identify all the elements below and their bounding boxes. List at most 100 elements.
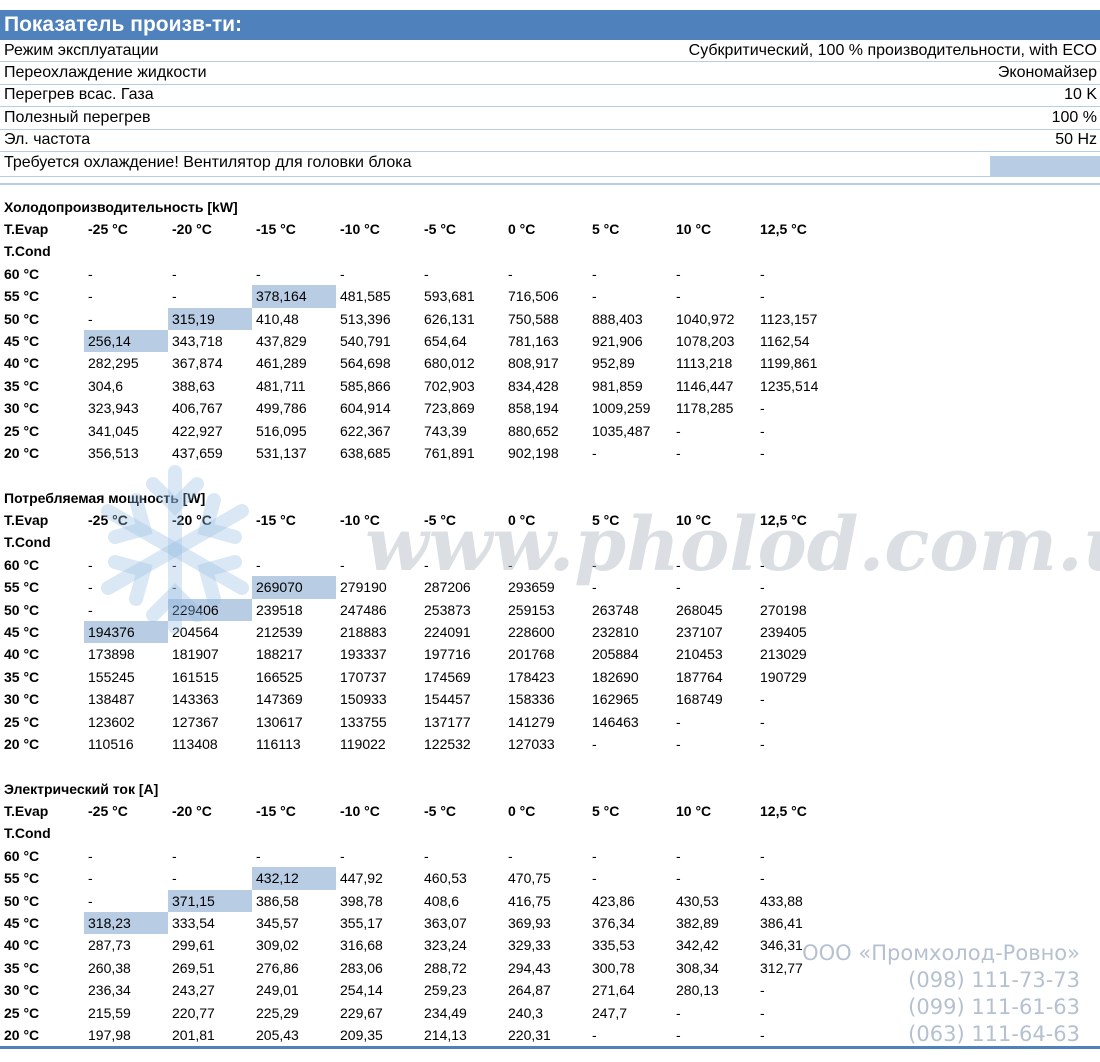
info-label: Переохлаждение жидкости <box>4 64 207 82</box>
table-cell: 761,891 <box>424 444 475 461</box>
table-cell: 249,01 <box>256 982 299 999</box>
row-label: 25 °C <box>4 422 40 439</box>
table-cell: 260,38 <box>88 959 131 976</box>
table-cell: 158336 <box>508 691 555 708</box>
section-title: Холодопроизводительность [kW] <box>4 199 238 215</box>
bottom-divider <box>0 1046 1100 1049</box>
table-cell: 247,7 <box>592 1004 628 1021</box>
column-header: -20 °C <box>172 221 212 237</box>
table-cell: 356,513 <box>88 444 139 461</box>
column-header: -5 °C <box>424 221 457 237</box>
table-cell: 168749 <box>676 691 723 708</box>
table-cell: 433,88 <box>760 892 803 909</box>
table-cell: - <box>676 713 681 730</box>
table-cell: - <box>760 556 765 573</box>
table-cell: 834,428 <box>508 377 559 394</box>
table-cell: 406,767 <box>172 400 223 417</box>
table-cell: 146463 <box>592 713 639 730</box>
table-cell: 234,49 <box>424 1004 467 1021</box>
table-cell: 952,89 <box>592 355 635 372</box>
table-cell: - <box>508 847 513 864</box>
table-cell: 743,39 <box>424 422 467 439</box>
row-label: 40 °C <box>4 355 40 372</box>
row-label: 35 °C <box>4 377 40 394</box>
table-cell: 220,31 <box>508 1026 551 1043</box>
table-cell: 345,57 <box>256 914 299 931</box>
table-cell: - <box>676 556 681 573</box>
table-cell: 680,012 <box>424 355 475 372</box>
info-row-useful-superheat: Полезный перегрев 100 % <box>0 107 1100 130</box>
table-cell: - <box>88 265 93 282</box>
table-cell: 378,164 <box>252 285 336 308</box>
table-cell: - <box>88 310 93 327</box>
table-row: 45 °C 256,14 343,718 437,829 540,791 654,64 78… <box>0 329 900 353</box>
table-cell: 150933 <box>340 691 387 708</box>
corner-label: T.Evap <box>4 512 49 528</box>
table-cell: 254,14 <box>340 982 383 999</box>
table-cell: 213029 <box>760 646 807 663</box>
row-axis-label-row: T.Cond <box>0 531 900 553</box>
table-cell: 382,89 <box>676 914 719 931</box>
row-label: 35 °C <box>4 959 40 976</box>
table-cell: 309,02 <box>256 937 299 954</box>
info-row-mode: Режим эксплуатации Субкритический, 100 %… <box>0 40 1100 63</box>
table-row: 25 °C 123602 127367 130617 133755 137177 14127… <box>0 711 900 733</box>
table-cell: 1009,259 <box>592 400 651 417</box>
table-cell: - <box>676 579 681 596</box>
table-cell: 215,59 <box>88 1004 131 1021</box>
info-value: 100 % <box>1051 108 1097 126</box>
row-label: 20 °C <box>4 444 40 461</box>
column-header: -15 °C <box>256 512 296 528</box>
table-cell: - <box>88 288 93 305</box>
row-label: 20 °C <box>4 1026 40 1043</box>
table-cell: 294,43 <box>508 959 551 976</box>
table-cell: 239405 <box>760 623 807 640</box>
table-cell: - <box>592 265 597 282</box>
row-label: 55 °C <box>4 579 40 596</box>
table-cell: 270198 <box>760 601 807 618</box>
table-cell: 161515 <box>172 668 219 685</box>
table-cell: 329,33 <box>508 937 551 954</box>
row-label: 55 °C <box>4 870 40 887</box>
column-header: -15 °C <box>256 803 296 819</box>
table-cell: 187764 <box>676 668 723 685</box>
table-cell: - <box>340 847 345 864</box>
table-cell: 197716 <box>424 646 471 663</box>
column-header: -25 °C <box>88 512 128 528</box>
column-header: 5 °C <box>592 512 620 528</box>
table-cell: - <box>256 265 261 282</box>
table-cell: 371,15 <box>168 889 252 912</box>
table-cell: 205884 <box>592 646 639 663</box>
table-cell: - <box>760 713 765 730</box>
table-cell: - <box>592 847 597 864</box>
table-cell: 342,42 <box>676 937 719 954</box>
row-label: 25 °C <box>4 1004 40 1021</box>
table-cell: - <box>592 288 597 305</box>
table-cell: 470,75 <box>508 870 551 887</box>
table-cell: 209,35 <box>340 1026 383 1043</box>
table-cell: - <box>592 556 597 573</box>
column-header: 0 °C <box>508 221 536 237</box>
column-header: -10 °C <box>340 512 380 528</box>
table-cell: 225,29 <box>256 1004 299 1021</box>
current-table: Электрический ток [A] T.Evap -25 °C -20 °C -… <box>0 779 900 1046</box>
table-cell: 147369 <box>256 691 303 708</box>
table-cell: - <box>676 1026 681 1043</box>
column-header: 0 °C <box>508 803 536 819</box>
table-cell: 271,64 <box>592 982 635 999</box>
table-cell: 264,87 <box>508 982 551 999</box>
table-cell: 197,98 <box>88 1026 131 1043</box>
table-cell: 460,53 <box>424 870 467 887</box>
table-cell: 323,943 <box>88 400 139 417</box>
table-cell: 308,34 <box>676 959 719 976</box>
table-cell: - <box>676 288 681 305</box>
table-cell: 1113,218 <box>676 355 733 372</box>
table-cell: 138487 <box>88 691 135 708</box>
table-cell: 437,829 <box>256 332 307 349</box>
table-cell: - <box>424 847 429 864</box>
table-row: 60 °C - - - - - - - - - <box>0 263 900 285</box>
column-header: -10 °C <box>340 803 380 819</box>
row-label: 30 °C <box>4 982 40 999</box>
table-cell: 410,48 <box>256 310 299 327</box>
table-row: 20 °C 356,513 437,659 531,137 638,685 761,891… <box>0 442 900 464</box>
